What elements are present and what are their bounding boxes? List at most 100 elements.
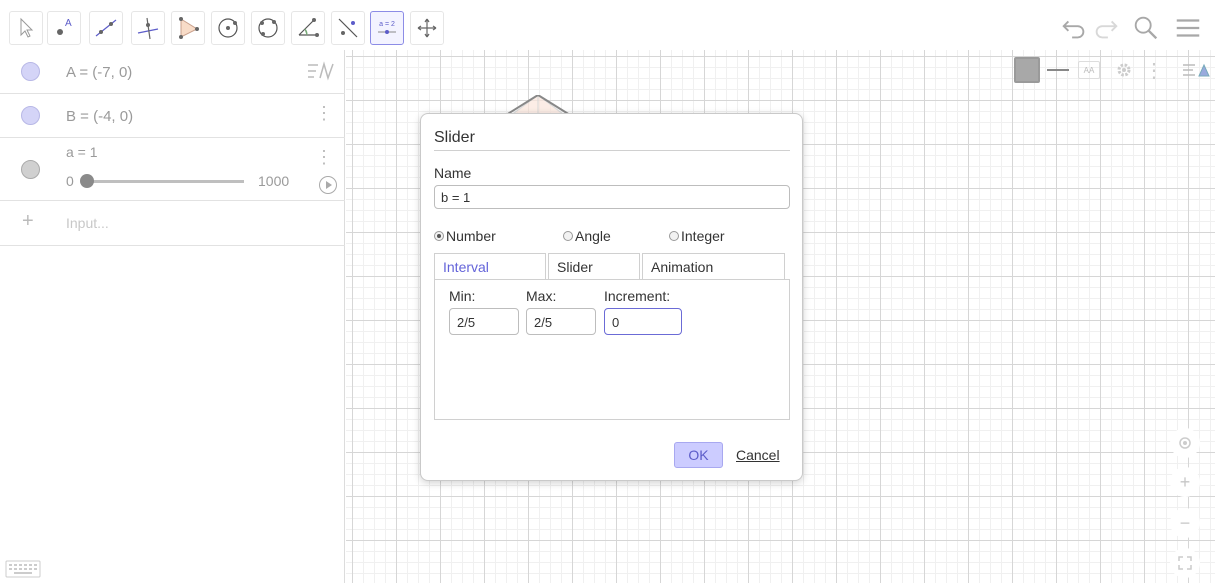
redo-icon <box>1095 20 1118 39</box>
more-options-icon[interactable]: ⋮ <box>315 148 333 166</box>
color-swatch-icon <box>1014 57 1040 83</box>
settings-button[interactable] <box>1111 55 1137 85</box>
circle-three-points-icon <box>258 18 278 38</box>
name-input[interactable]: b = 1 <box>434 185 790 209</box>
algebra-row[interactable]: A = (-7, 0) <box>0 50 345 94</box>
point-icon: A <box>57 18 72 35</box>
home-view-icon <box>1179 437 1191 449</box>
toggle-style-bar-button[interactable] <box>1180 55 1212 85</box>
radio-angle[interactable]: Angle <box>563 228 611 244</box>
text-size-icon: AA <box>1078 61 1100 79</box>
slider-dialog: Slider Name b = 1 Number Angle Integer I… <box>420 113 803 481</box>
algebra-input-row[interactable]: + Input... <box>0 201 345 246</box>
move-graphics-tool-button[interactable] <box>410 11 444 45</box>
keyboard-icon[interactable] <box>5 560 41 578</box>
radio-integer[interactable]: Integer <box>669 228 725 244</box>
sort-algebra-icon[interactable] <box>306 60 336 82</box>
name-label: Name <box>434 165 472 181</box>
ok-button[interactable]: OK <box>674 442 723 468</box>
gear-icon <box>1117 63 1131 77</box>
line-style-icon <box>1047 69 1069 71</box>
search-icon <box>1134 16 1158 40</box>
search-button[interactable] <box>1130 12 1162 44</box>
slider-track[interactable] <box>84 180 244 183</box>
circle-center-tool-button[interactable] <box>211 11 245 45</box>
algebra-row-text: a = 1 <box>66 144 98 160</box>
tab-interval[interactable]: Interval <box>434 253 546 279</box>
slider-icon: a = 2 <box>378 21 396 34</box>
move-graphics-icon <box>417 18 437 38</box>
more-options-button[interactable]: ⋮ <box>1144 55 1164 85</box>
radio-number[interactable]: Number <box>434 228 496 244</box>
visibility-marble[interactable] <box>21 62 40 81</box>
radio-dot <box>669 231 679 241</box>
toolbar: A a = 2 <box>0 0 1215 50</box>
min-input[interactable]: 2/5 <box>449 308 519 335</box>
fullscreen-icon <box>1178 556 1192 570</box>
undo-button[interactable] <box>1058 12 1090 44</box>
line-style-button[interactable] <box>1045 55 1071 85</box>
algebra-row-text: B = (-4, 0) <box>66 108 134 125</box>
radio-label: Number <box>446 228 496 244</box>
cursor-arrow-icon <box>20 17 34 38</box>
menu-button[interactable] <box>1172 12 1204 44</box>
algebra-row[interactable]: B = (-4, 0) ⋮ <box>0 94 345 138</box>
slider-tool-button[interactable]: a = 2 <box>370 11 404 45</box>
dialog-title: Slider <box>434 129 475 146</box>
radio-dot <box>563 231 573 241</box>
min-label: Min: <box>449 288 476 304</box>
perpendicular-tool-button[interactable] <box>131 11 165 45</box>
slider-min-label: 0 <box>66 173 74 189</box>
polygon-tool-button[interactable] <box>171 11 205 45</box>
tab-animation[interactable]: Animation <box>642 253 785 279</box>
reflect-tool-button[interactable] <box>331 11 365 45</box>
undo-icon <box>1062 20 1085 39</box>
increment-input[interactable]: 0 <box>604 308 682 335</box>
increment-label: Increment: <box>604 288 671 304</box>
slider-tool-label: a = 2 <box>379 21 395 28</box>
algebra-row-slider[interactable]: a = 1 ⋮ 0 1000 <box>0 138 345 201</box>
text-size-button[interactable]: AA <box>1076 55 1102 85</box>
point-tool-button[interactable]: A <box>47 11 81 45</box>
zoom-in-button[interactable]: + <box>1170 467 1200 497</box>
style-bar-toggle-icon <box>1183 63 1210 77</box>
algebra-view: A = (-7, 0) B = (-4, 0) ⋮ a = 1 ⋮ 0 1000… <box>0 50 345 583</box>
line-tool-button[interactable] <box>89 11 123 45</box>
plus-icon[interactable]: + <box>22 210 34 233</box>
color-swatch-button[interactable] <box>1013 55 1041 85</box>
visibility-marble[interactable] <box>21 160 40 179</box>
standard-view-button[interactable] <box>1170 428 1200 458</box>
algebra-input[interactable]: Input... <box>66 215 109 231</box>
zoom-out-icon: − <box>1179 512 1191 533</box>
svg-text:A: A <box>65 18 72 29</box>
move-tool-button[interactable] <box>9 11 43 45</box>
polygon-icon <box>179 17 199 39</box>
cancel-button[interactable]: Cancel <box>736 447 780 463</box>
play-icon[interactable] <box>319 176 337 194</box>
radio-label: Angle <box>575 228 611 244</box>
circle-three-points-tool-button[interactable] <box>251 11 285 45</box>
angle-icon <box>298 18 319 37</box>
menu-icon <box>1176 19 1200 37</box>
zoom-in-icon: + <box>1179 471 1191 492</box>
divider <box>434 150 790 151</box>
circle-center-icon <box>218 18 238 38</box>
radio-dot <box>434 231 444 241</box>
fullscreen-button[interactable] <box>1170 548 1200 578</box>
line-icon <box>95 19 117 37</box>
slider-handle[interactable] <box>80 174 94 188</box>
zoom-out-button[interactable]: − <box>1170 508 1200 538</box>
reflect-icon <box>338 18 358 38</box>
max-label: Max: <box>526 288 557 304</box>
perpendicular-line-icon <box>137 17 159 40</box>
max-input[interactable]: 2/5 <box>526 308 596 335</box>
angle-tool-button[interactable] <box>291 11 325 45</box>
kebab-icon: ⋮ <box>1144 59 1164 82</box>
visibility-marble[interactable] <box>21 106 40 125</box>
redo-button[interactable] <box>1090 12 1122 44</box>
slider-max-label: 1000 <box>258 173 290 189</box>
more-options-icon[interactable]: ⋮ <box>315 104 333 122</box>
algebra-row-text: A = (-7, 0) <box>66 64 133 81</box>
tab-slider[interactable]: Slider <box>548 253 640 279</box>
radio-label: Integer <box>681 228 725 244</box>
